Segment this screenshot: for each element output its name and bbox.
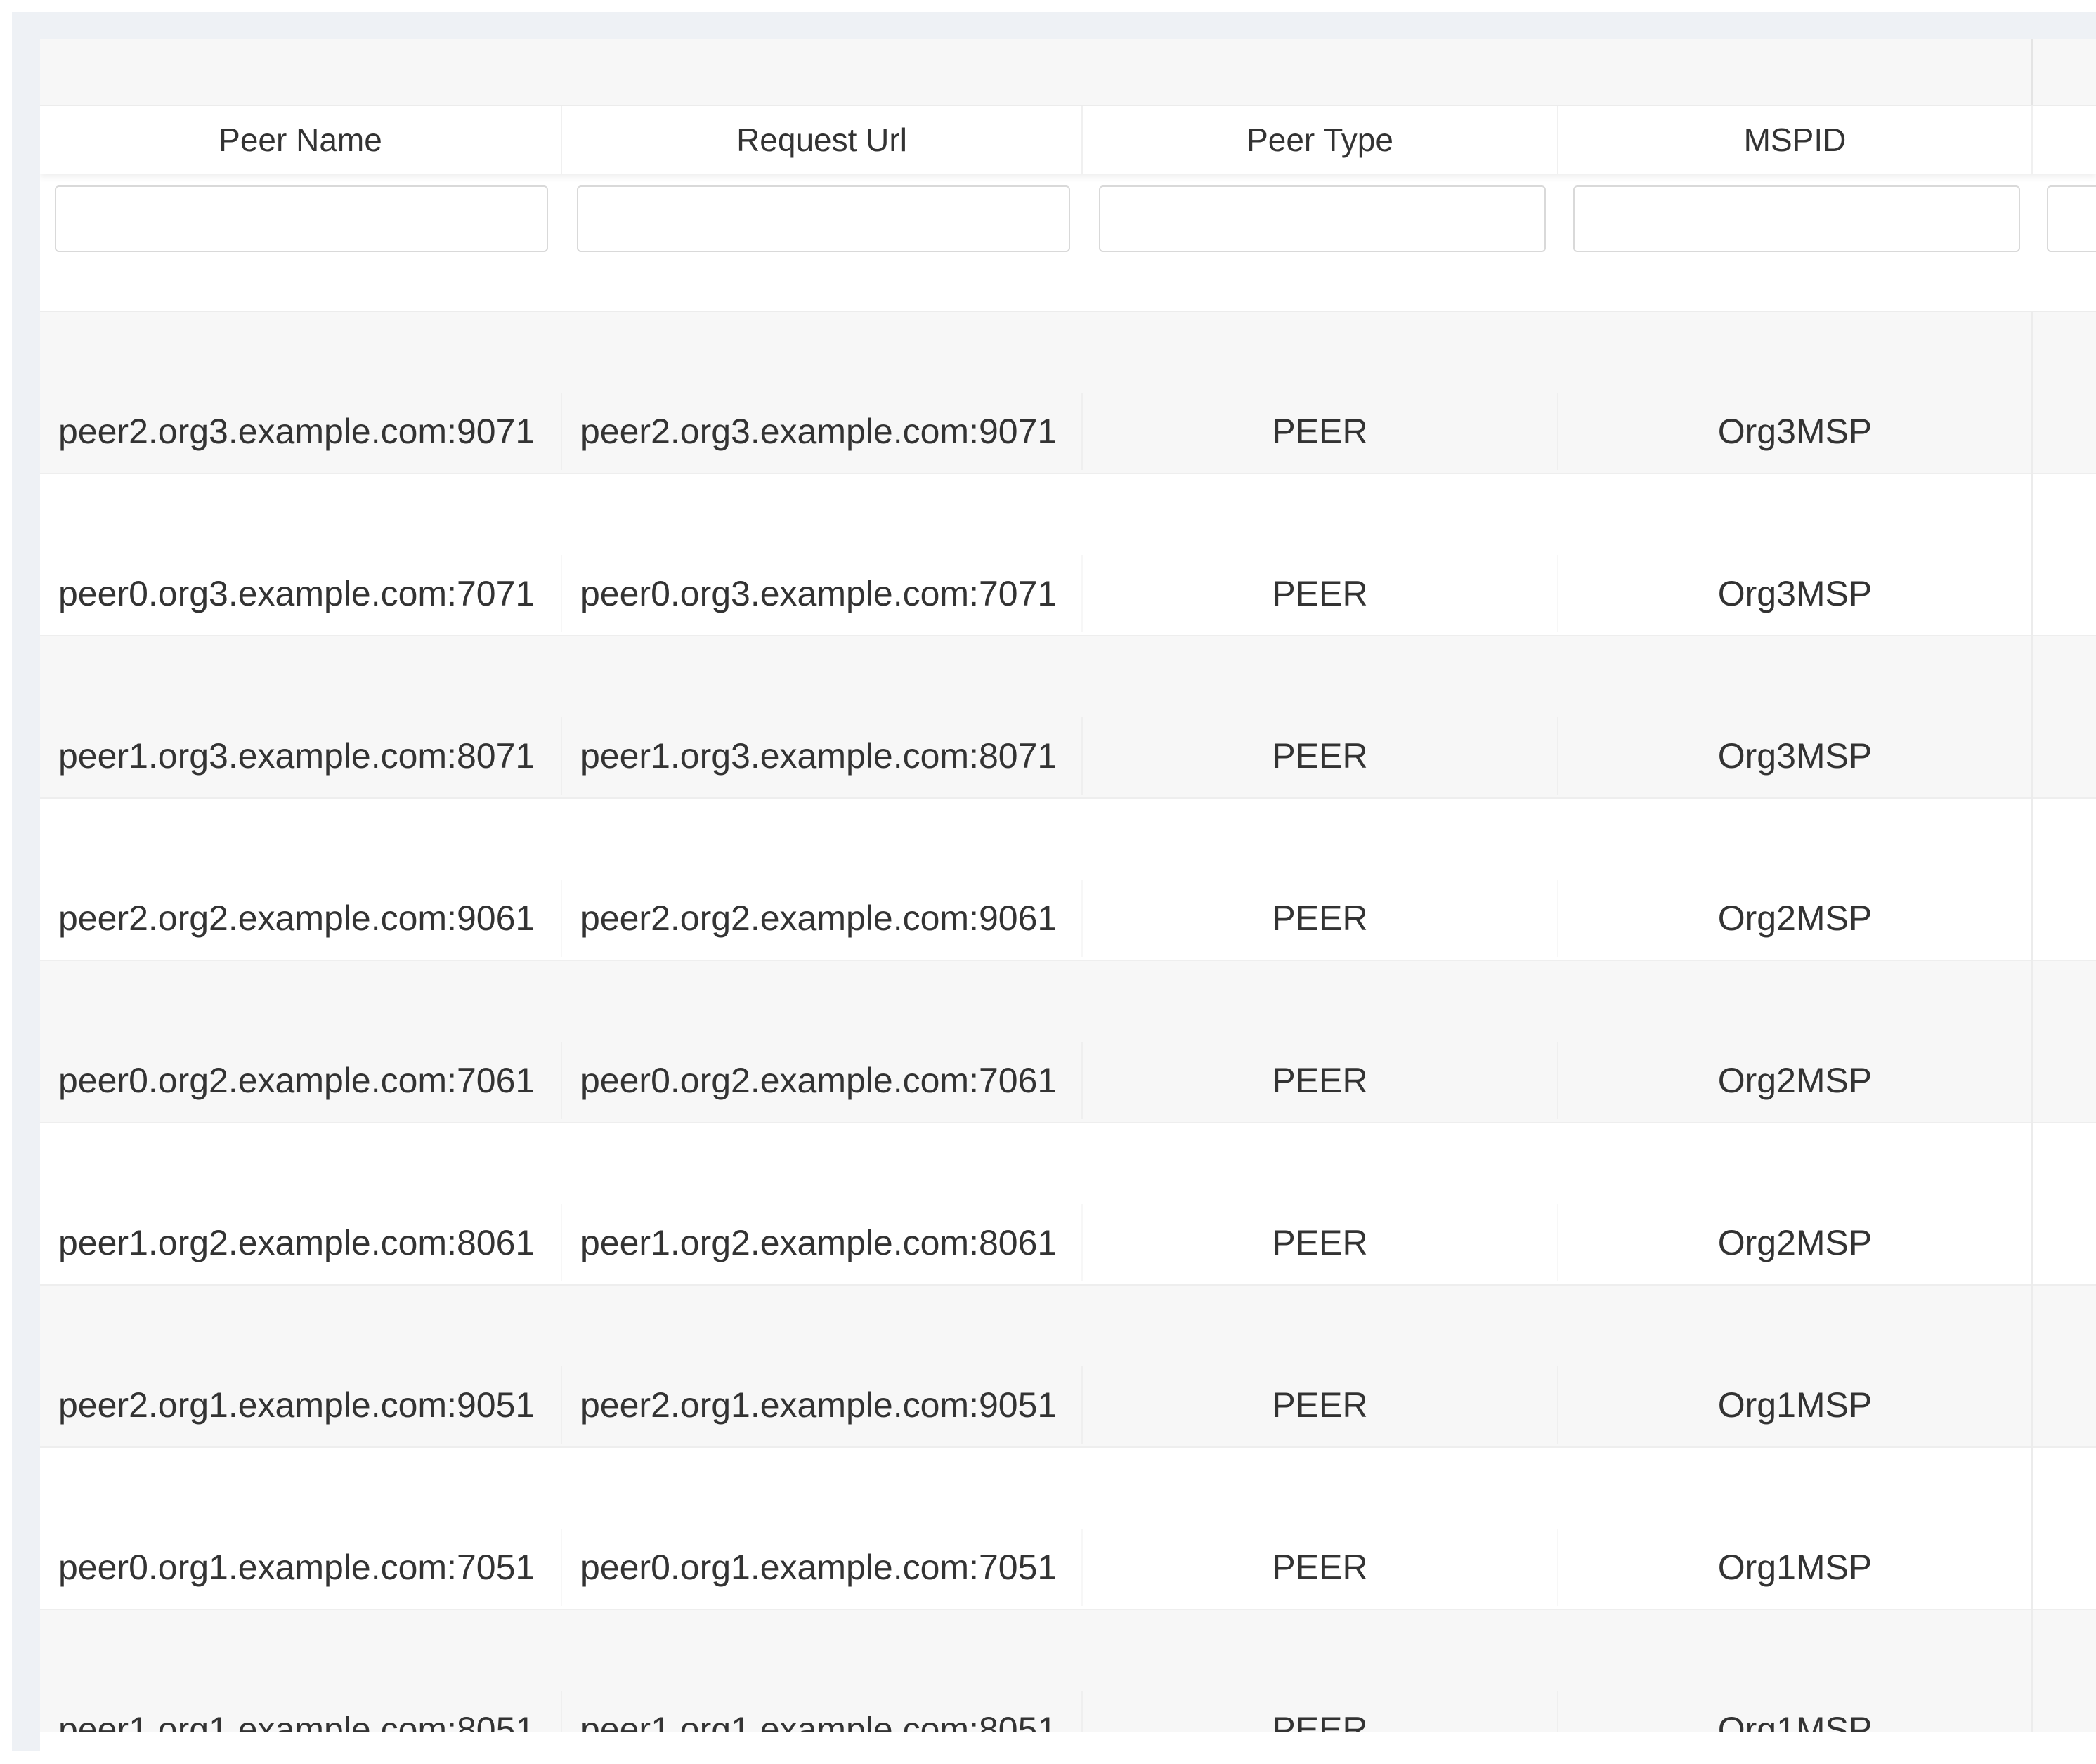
peer-type-cell: PEER xyxy=(1083,1366,1558,1444)
peer-name-cell: peer1.org3.example.com:8071 xyxy=(40,717,562,795)
peer-name-cell: peer1.org2.example.com:8061 xyxy=(40,1204,562,1281)
peer-type-cell: PEER xyxy=(1083,555,1558,632)
mspid-cell: Org1MSP xyxy=(1558,1691,2033,1732)
column-divider xyxy=(2031,799,2033,961)
request-url-cell: peer1.org3.example.com:8071 xyxy=(562,717,1083,795)
peer-type-filter-input[interactable] xyxy=(1099,185,1546,252)
mspid-cell: Org1MSP xyxy=(1558,1366,2033,1444)
mspid-cell: Org2MSP xyxy=(1558,1204,2033,1281)
column-header-partial xyxy=(2033,106,2096,174)
page: Peer Name Request Url Peer Type MSPID pe… xyxy=(0,0,2096,1764)
column-header-peer-name[interactable]: Peer Name xyxy=(40,106,562,174)
partial-filter-input[interactable] xyxy=(2047,185,2096,252)
request-url-cell: peer0.org3.example.com:7071 xyxy=(562,555,1083,632)
mspid-cell: Org3MSP xyxy=(1558,717,2033,795)
table-row[interactable]: peer1.org1.example.com:8051 peer1.org1.e… xyxy=(40,1610,2096,1732)
column-divider xyxy=(2031,1448,2033,1610)
table-row[interactable]: peer2.org2.example.com:9061 peer2.org2.e… xyxy=(40,799,2096,961)
request-url-cell: peer1.org1.example.com:8051 xyxy=(562,1691,1083,1732)
column-divider xyxy=(2031,1610,2033,1732)
peer-name-cell: peer2.org2.example.com:9061 xyxy=(40,880,562,957)
mspid-cell: Org2MSP xyxy=(1558,880,2033,957)
mspid-cell: Org2MSP xyxy=(1558,1042,2033,1119)
peer-type-cell: PEER xyxy=(1083,1529,1558,1606)
request-url-cell: peer2.org2.example.com:9061 xyxy=(562,880,1083,957)
column-divider xyxy=(2031,39,2033,105)
table-row[interactable]: peer1.org2.example.com:8061 peer1.org2.e… xyxy=(40,1123,2096,1286)
table-row[interactable]: peer0.org2.example.com:7061 peer0.org2.e… xyxy=(40,961,2096,1123)
peer-type-cell: PEER xyxy=(1083,717,1558,795)
peer-type-cell: PEER xyxy=(1083,393,1558,470)
peer-type-cell: PEER xyxy=(1083,880,1558,957)
mspid-filter-input[interactable] xyxy=(1573,185,2020,252)
table-row[interactable]: peer0.org1.example.com:7051 peer0.org1.e… xyxy=(40,1448,2096,1610)
table-row[interactable]: peer2.org1.example.com:9051 peer2.org1.e… xyxy=(40,1286,2096,1448)
column-divider xyxy=(2031,636,2033,799)
frame-left xyxy=(12,12,40,1751)
request-url-cell: peer0.org2.example.com:7061 xyxy=(562,1042,1083,1119)
peer-name-cell: peer0.org3.example.com:7071 xyxy=(40,555,562,632)
peers-table: Peer Name Request Url Peer Type MSPID pe… xyxy=(40,39,2096,1732)
mspid-cell: Org3MSP xyxy=(1558,393,2033,470)
peer-type-cell: PEER xyxy=(1083,1042,1558,1119)
request-url-filter-input[interactable] xyxy=(577,185,1070,252)
request-url-cell: peer0.org1.example.com:7051 xyxy=(562,1529,1083,1606)
peer-name-cell: peer0.org2.example.com:7061 xyxy=(40,1042,562,1119)
mspid-cell: Org1MSP xyxy=(1558,1529,2033,1606)
peer-name-cell: peer2.org3.example.com:9071 xyxy=(40,393,562,470)
column-header-request-url[interactable]: Request Url xyxy=(562,106,1083,174)
peer-name-cell: peer2.org1.example.com:9051 xyxy=(40,1366,562,1444)
column-divider xyxy=(2031,1286,2033,1448)
request-url-cell: peer2.org1.example.com:9051 xyxy=(562,1366,1083,1444)
peer-type-cell: PEER xyxy=(1083,1204,1558,1281)
request-url-cell: peer1.org2.example.com:8061 xyxy=(562,1204,1083,1281)
request-url-cell: peer2.org3.example.com:9071 xyxy=(562,393,1083,470)
table-row[interactable]: peer0.org3.example.com:7071 peer0.org3.e… xyxy=(40,474,2096,636)
table-header: Peer Name Request Url Peer Type MSPID xyxy=(40,106,2096,174)
peer-name-cell: peer1.org1.example.com:8051 xyxy=(40,1691,562,1732)
peer-name-filter-input[interactable] xyxy=(55,185,548,252)
table-row[interactable]: peer1.org3.example.com:8071 peer1.org3.e… xyxy=(40,636,2096,799)
table-body: peer2.org3.example.com:9071 peer2.org3.e… xyxy=(40,312,2096,1732)
peer-name-cell: peer0.org1.example.com:7051 xyxy=(40,1529,562,1606)
peer-type-cell: PEER xyxy=(1083,1691,1558,1732)
column-divider xyxy=(2031,961,2033,1123)
frame-top xyxy=(12,12,2096,39)
table-toolbar xyxy=(40,39,2096,106)
filter-row xyxy=(40,174,2096,312)
mspid-cell: Org3MSP xyxy=(1558,555,2033,632)
column-divider xyxy=(2031,474,2033,636)
table-row[interactable]: peer2.org3.example.com:9071 peer2.org3.e… xyxy=(40,312,2096,474)
column-divider xyxy=(2031,1123,2033,1286)
column-header-peer-type[interactable]: Peer Type xyxy=(1083,106,1558,174)
column-divider xyxy=(2031,312,2033,474)
column-header-mspid[interactable]: MSPID xyxy=(1558,106,2033,174)
